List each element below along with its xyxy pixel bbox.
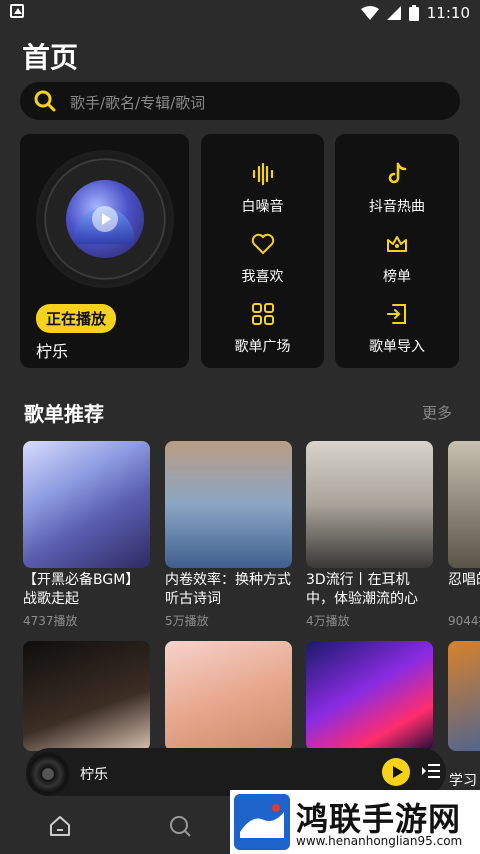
playlist-cover <box>448 441 480 568</box>
playlist-import-button[interactable]: 歌单导入 <box>335 302 459 356</box>
playlist-plays: 9044播 <box>448 614 480 628</box>
playlist-square-label: 歌单广场 <box>234 339 291 355</box>
playlist-cover <box>448 641 480 751</box>
douyin-hits-button[interactable]: 抖音热曲 <box>335 162 459 216</box>
douyin-hits-label: 抖音热曲 <box>369 199 425 215</box>
favorites-label: 我喜欢 <box>241 269 284 285</box>
charts-button[interactable]: 榜单 <box>335 232 459 286</box>
white-noise-label: 白噪音 <box>241 199 284 215</box>
playlist-partial-label: 学习 <box>449 773 477 789</box>
mini-player-song: 柠乐 <box>80 767 108 783</box>
playlist-cover <box>165 641 292 751</box>
now-playing-card[interactable]: 正在播放 柠乐 <box>20 134 189 368</box>
playlist-card[interactable] <box>306 641 433 751</box>
playlist-icon[interactable] <box>422 762 440 780</box>
playlist-plays: 4737播放 <box>23 614 78 628</box>
playlist-title: 【开黑必备BGM】战歌走起 <box>23 572 140 607</box>
playlist-cover <box>306 641 433 751</box>
status-bar: 11:10 <box>0 0 480 26</box>
vinyl-disc <box>36 150 174 288</box>
watermark-logo-icon <box>234 794 290 850</box>
watermark-url: www.henanhonglian95.com <box>296 834 463 848</box>
watermark: 鸿联手游网 www.henanhonglian95.com <box>230 790 480 854</box>
playlist-card[interactable]: 3D流行丨在耳机中，体验潮流的心 4万播放 <box>306 441 433 629</box>
playlist-title: 3D流行丨在耳机中，体验潮流的心 <box>306 572 418 607</box>
wifi-icon <box>360 6 379 20</box>
grid-icon <box>251 303 274 325</box>
playlist-card[interactable] <box>23 641 150 751</box>
page-title: 首页 <box>22 41 79 74</box>
playlist-cover <box>165 441 292 568</box>
playlist-import-label: 歌单导入 <box>369 339 425 355</box>
home-icon[interactable] <box>48 814 72 838</box>
playlist-card[interactable]: 忍唱的华 9044播 <box>448 441 480 629</box>
playlist-plays: 4万播放 <box>306 614 350 628</box>
playlist-card[interactable] <box>165 641 292 751</box>
mini-disc <box>26 752 70 796</box>
search-tab-icon[interactable] <box>168 814 192 838</box>
playlist-card[interactable] <box>448 641 480 751</box>
play-icon[interactable] <box>382 758 410 786</box>
tiktok-icon <box>388 162 407 184</box>
signal-icon <box>386 6 401 20</box>
playlist-title: 忍唱的华 <box>448 572 480 588</box>
quick-card-right: 抖音热曲 榜单 歌单导入 <box>335 134 459 368</box>
mini-player[interactable]: 柠乐 <box>26 748 446 796</box>
more-link[interactable]: 更多 <box>422 402 452 423</box>
section-title: 歌单推荐 <box>24 402 104 426</box>
search-bar[interactable]: 歌手/歌名/专辑/歌词 <box>20 82 460 120</box>
notification-icon <box>10 4 24 18</box>
search-icon <box>34 90 56 112</box>
playlist-cover <box>23 441 150 568</box>
favorites-button[interactable]: 我喜欢 <box>201 232 324 286</box>
charts-label: 榜单 <box>383 269 411 285</box>
quick-card-left: 白噪音 我喜欢 歌单广场 <box>201 134 324 368</box>
now-playing-badge: 正在播放 <box>36 304 117 333</box>
heart-icon <box>251 233 274 255</box>
sound-wave-icon <box>252 162 273 186</box>
playlist-card[interactable]: 内卷效率：换种方式听古诗词 5万播放 <box>165 441 292 629</box>
playlist-plays: 5万播放 <box>165 614 209 628</box>
search-placeholder: 歌手/歌名/专辑/歌词 <box>70 94 206 112</box>
play-icon[interactable] <box>92 206 118 232</box>
crown-icon <box>387 236 407 252</box>
playlist-card[interactable]: 【开黑必备BGM】战歌走起 4737播放 <box>23 441 150 629</box>
import-icon <box>387 304 406 324</box>
playlist-square-button[interactable]: 歌单广场 <box>201 302 324 356</box>
clock: 11:10 <box>426 4 470 22</box>
playlist-cover <box>23 641 150 751</box>
white-noise-button[interactable]: 白噪音 <box>201 162 324 216</box>
playlist-cover <box>306 441 433 568</box>
battery-icon <box>408 5 419 21</box>
playlist-title: 内卷效率：换种方式听古诗词 <box>165 572 291 607</box>
status-icons: 11:10 <box>360 3 470 23</box>
now-playing-song: 柠乐 <box>36 342 69 361</box>
